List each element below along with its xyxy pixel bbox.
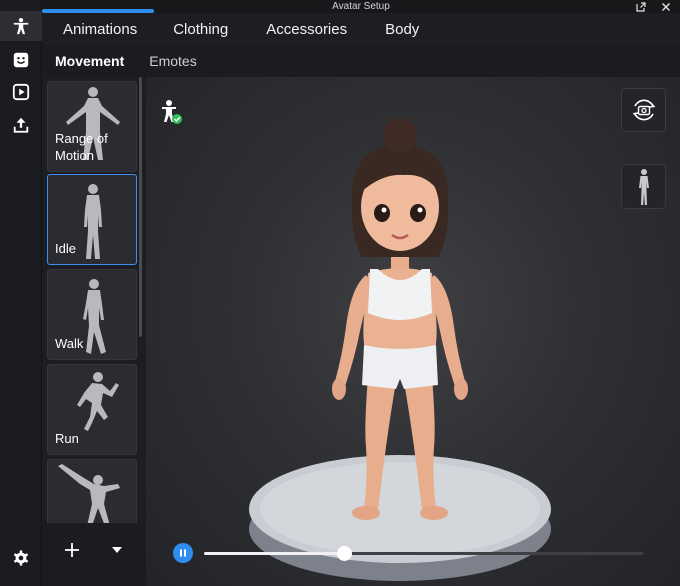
left-rail (0, 0, 42, 586)
main-tabs: Animations Clothing Accessories Body (42, 9, 680, 45)
animation-card-more[interactable] (47, 459, 137, 523)
rail-item-avatar[interactable] (0, 11, 42, 41)
animation-card-run[interactable]: Run (47, 364, 137, 455)
animation-card-walk[interactable]: Walk (47, 269, 137, 360)
popout-button[interactable] (634, 1, 648, 13)
animation-list: Range of Motion Idle Walk Run (42, 77, 146, 523)
smiley-icon (13, 52, 29, 68)
avatar-viewport[interactable] (146, 77, 680, 586)
rail-item-play[interactable] (0, 77, 42, 107)
tab-clothing[interactable]: Clothing (154, 13, 247, 45)
avatar-scene (249, 118, 551, 581)
full-body-view-button[interactable] (621, 164, 666, 209)
rail-item-emotes[interactable] (0, 45, 42, 75)
list-footer (42, 523, 146, 586)
upload-icon (13, 117, 29, 133)
more-options-button[interactable] (106, 539, 128, 561)
tab-animations[interactable]: Animations (42, 9, 155, 45)
camera-rotate-icon (632, 99, 655, 121)
animation-label: Walk (55, 336, 84, 351)
pause-icon (180, 549, 186, 557)
tab-accessories[interactable]: Accessories (247, 13, 366, 45)
avatar-status-indicator (159, 99, 183, 125)
animation-card-range-of-motion[interactable]: Range of Motion (47, 81, 137, 172)
subtab-movement[interactable]: Movement (55, 53, 124, 69)
popout-icon (636, 2, 646, 12)
add-animation-button[interactable] (61, 539, 83, 561)
rail-item-settings[interactable] (0, 543, 42, 573)
animation-card-idle[interactable]: Idle (47, 174, 137, 265)
rail-item-upload[interactable] (0, 110, 42, 140)
pause-button[interactable] (173, 543, 193, 563)
close-button[interactable] (659, 1, 673, 13)
person-check-icon (162, 100, 182, 124)
person-icon (13, 17, 29, 35)
body-silhouette-icon (638, 168, 649, 205)
animation-label: Idle (55, 241, 76, 256)
animation-label: Range of Motion (55, 131, 108, 163)
close-icon (662, 3, 670, 11)
playback-scrubber[interactable] (204, 546, 643, 561)
animation-label: Run (55, 431, 79, 446)
pose-thumbnail (58, 464, 120, 523)
chevron-down-icon (112, 547, 122, 553)
playback-progress (204, 552, 345, 555)
camera-rotate-button[interactable] (621, 88, 666, 132)
play-icon (12, 83, 30, 101)
gear-icon (14, 550, 28, 566)
tab-body[interactable]: Body (366, 13, 438, 45)
subtab-emotes[interactable]: Emotes (149, 53, 196, 69)
sub-tabs: Movement Emotes (42, 45, 680, 77)
plus-icon (65, 543, 79, 557)
list-scrollbar[interactable] (139, 77, 142, 337)
